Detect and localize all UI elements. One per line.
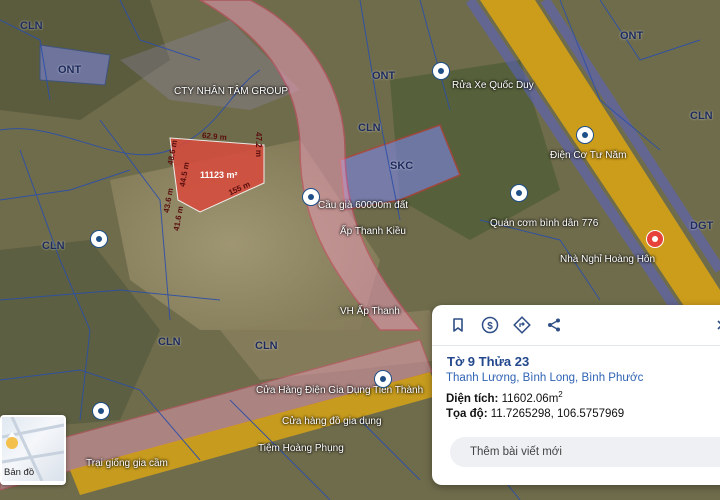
location-pin-icon[interactable]	[92, 402, 110, 420]
coordinate-value: 11.7265298, 106.5757969	[490, 408, 625, 420]
hotel-pin-icon[interactable]	[646, 230, 664, 248]
poi-label: CTY NHÂN TÂM GROUP	[174, 86, 289, 97]
location-pin-icon[interactable]	[374, 370, 392, 388]
poi-label: Tiệm Hoàng Phụng	[258, 443, 344, 454]
coordinate-label: Tọa độ:	[446, 408, 488, 420]
zone-label: ONT	[620, 30, 644, 42]
zone-label: SKC	[390, 160, 414, 172]
poi-label: Ấp Thanh Kiều	[340, 226, 406, 237]
poi-label: Nhà Nghỉ Hoàng Hôn	[560, 254, 656, 265]
poi-label: Trại giống gia cầm	[86, 458, 168, 469]
new-post-input[interactable]: Thêm bài viết mới	[450, 437, 720, 467]
zone-label: ONT	[372, 70, 396, 82]
directions-icon	[513, 316, 531, 334]
basemap-switch-button[interactable]: Bản đồ	[0, 415, 66, 485]
poi-label: Quán cơm bình dân 776	[490, 218, 599, 229]
parcel-title: Tờ 9 Thửa 23	[447, 354, 530, 369]
location-pin-icon[interactable]	[510, 184, 528, 202]
svg-text:$: $	[487, 321, 493, 332]
zone-label: ONT	[58, 64, 82, 76]
panel-toolbar: $	[446, 313, 566, 337]
area-value: 11602.06m	[501, 392, 559, 405]
zone-label: CLN	[358, 122, 381, 134]
location-pin-icon[interactable]	[302, 188, 320, 206]
area-label: Diện tích:	[446, 392, 499, 405]
close-button[interactable]	[710, 313, 720, 337]
location-pin-icon[interactable]	[432, 62, 450, 80]
price-button[interactable]: $	[478, 313, 502, 337]
zone-label: CLN	[255, 340, 278, 352]
parcel-dimension: 47.2 m	[253, 132, 263, 157]
poi-label: Cửa Hàng Điện Gia Dụng Tiến Thành	[256, 385, 424, 396]
parcel-info-panel: $ Tờ 9 Thửa 23 Thanh Lương, Bình Long, B…	[432, 305, 720, 485]
zone-label: DGT	[690, 220, 714, 232]
bookmark-button[interactable]	[446, 313, 470, 337]
poi-label: Cầu già 60000m đất	[318, 200, 409, 211]
share-icon	[548, 318, 560, 332]
area-unit-sup: 2	[558, 390, 563, 399]
parcel-address: Thanh Lương, Bình Long, Bình Phước	[446, 372, 644, 384]
poi-label: Rửa Xe Quốc Duy	[452, 80, 534, 91]
dollar-icon: $	[481, 316, 499, 334]
zone-label: CLN	[20, 20, 43, 32]
area-row: Diện tích: 11602.06m2	[446, 390, 563, 405]
zone-label: CLN	[42, 240, 65, 252]
poi-label: Cửa hàng đồ gia dụng	[282, 416, 382, 427]
location-pin-icon[interactable]	[90, 230, 108, 248]
share-button[interactable]	[542, 313, 566, 337]
parcel-area-label: 11123 m²	[200, 170, 238, 180]
bookmark-icon	[453, 318, 463, 332]
coordinate-row: Tọa độ: 11.7265298, 106.5757969	[446, 408, 624, 420]
zone-label: CLN	[158, 336, 181, 348]
basemap-label: Bản đồ	[4, 467, 35, 478]
poi-label: Điện Cơ Tư Năm	[550, 150, 627, 161]
panel-divider	[432, 345, 720, 346]
close-icon	[717, 320, 720, 330]
zone-label: CLN	[690, 110, 713, 122]
poi-label: VH Ấp Thanh	[340, 306, 400, 317]
directions-button[interactable]	[510, 313, 534, 337]
location-pin-icon[interactable]	[576, 126, 594, 144]
